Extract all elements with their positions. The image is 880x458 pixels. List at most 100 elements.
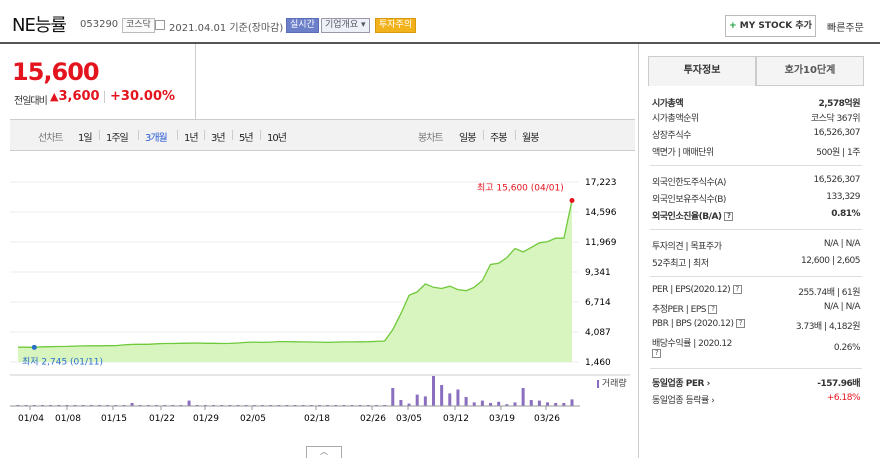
panel-divider xyxy=(638,44,639,458)
tab-monthly[interactable]: 월봉 xyxy=(522,129,539,144)
x-tick-label: 01/15 xyxy=(101,414,127,424)
info-row: 동일업종 PER › -157.96배 xyxy=(652,379,860,389)
volume-bar xyxy=(448,393,452,406)
divider xyxy=(650,229,862,230)
info-row: 액면가 | 매매단위 500원 | 1주 xyxy=(652,148,860,158)
tab-investment-info[interactable]: 투자정보 xyxy=(648,56,756,86)
divider xyxy=(138,130,139,140)
y-tick-label: 11,969 xyxy=(585,238,617,248)
help-icon[interactable]: ? xyxy=(708,305,718,314)
x-tick-label: 03/05 xyxy=(396,414,422,424)
divider xyxy=(650,165,862,166)
plus-icon: + xyxy=(729,21,740,31)
divider xyxy=(232,130,233,140)
tab-1week[interactable]: 1주일 xyxy=(106,129,129,144)
low-marker xyxy=(31,344,37,350)
y-tick-label: 1,460 xyxy=(585,358,611,368)
divider xyxy=(515,130,516,140)
tab-5year[interactable]: 5년 xyxy=(239,129,254,144)
volume-bar xyxy=(456,389,460,406)
divider xyxy=(650,276,862,277)
volume-bar xyxy=(415,394,419,406)
volume-bar xyxy=(570,399,574,406)
tab-1day[interactable]: 1일 xyxy=(78,129,93,144)
high-label: 최고 15,600 (04/01) xyxy=(477,183,564,194)
volume-bar xyxy=(513,402,517,406)
tab-order-book[interactable]: 호가10단계 xyxy=(756,56,864,86)
chart-tab-bar xyxy=(10,119,635,151)
y-tick-label: 4,087 xyxy=(585,328,611,338)
volume-bar xyxy=(529,400,533,406)
quick-order-link[interactable]: 빠른주문 xyxy=(827,19,864,34)
quote-date: 2021.04.01 기준(장마감) xyxy=(169,23,284,34)
volume-bar xyxy=(537,400,541,406)
x-tick-label: 01/04 xyxy=(18,414,44,424)
x-tick-label: 01/29 xyxy=(193,414,219,424)
y-tick-label: 17,223 xyxy=(585,178,617,188)
x-tick-label: 03/12 xyxy=(443,414,469,424)
divider xyxy=(650,368,862,369)
tab-3year[interactable]: 3년 xyxy=(211,129,226,144)
x-tick-label: 03/19 xyxy=(489,414,515,424)
add-mystock-button[interactable]: + MY STOCK 추가 xyxy=(725,15,816,37)
volume-bar xyxy=(464,397,468,406)
volume-bar xyxy=(440,385,444,406)
info-row: 동일업종 등락률 › +6.18% xyxy=(652,393,861,406)
y-tick-label: 6,714 xyxy=(585,298,611,308)
help-icon[interactable]: ? xyxy=(724,212,734,221)
change-percent: +30.00% xyxy=(110,89,176,104)
tab-10year[interactable]: 10년 xyxy=(267,129,287,144)
info-row: 시가총액순위 코스닥 367위 xyxy=(652,114,861,124)
help-icon[interactable]: ? xyxy=(735,319,745,328)
info-row: 외국인소진율(B/A) ? 0.81% xyxy=(652,209,860,222)
price-chart: 최고 15,600 (04/01) 최저 2,745 (01/11) 17,223… xyxy=(10,178,630,424)
volume-bar xyxy=(432,376,435,406)
info-row: 시가총액 2,578억원 xyxy=(652,99,860,109)
current-price: 15,600 xyxy=(12,58,100,86)
y-tick-label: 14,596 xyxy=(585,208,617,218)
price-area xyxy=(18,200,572,362)
divider xyxy=(260,130,261,140)
info-row: PER | EPS(2020.12) ? 255.74배 | 61원 xyxy=(652,285,860,298)
divider xyxy=(99,130,100,140)
header-divider xyxy=(0,42,880,44)
help-icon[interactable]: ? xyxy=(652,349,661,358)
x-tick-label: 02/26 xyxy=(360,414,386,424)
tab-3month[interactable]: 3개월 xyxy=(145,129,168,144)
volume-legend-swatch xyxy=(597,379,599,388)
divider xyxy=(483,130,484,140)
volume-bar xyxy=(187,400,191,406)
change-label: 전일대비 xyxy=(14,96,48,107)
chevron-up-icon[interactable]: ︿ xyxy=(306,446,342,458)
tab-weekly[interactable]: 주봉 xyxy=(490,129,507,144)
info-row: PBR | BPS (2020.12) ? 3.73배 | 4,182원 xyxy=(652,319,861,332)
volume-bar xyxy=(423,396,427,406)
info-row: 추정PER | EPS ? N/A | N/A xyxy=(652,302,861,315)
price-change: ▲3,600 xyxy=(50,89,100,104)
volume-bar xyxy=(521,388,525,406)
line-chart-label: 선차트 xyxy=(38,133,64,144)
divider xyxy=(104,91,105,103)
tab-daily[interactable]: 일봉 xyxy=(459,129,476,144)
x-tick-label: 02/18 xyxy=(304,414,330,424)
candle-chart-label: 봉차트 xyxy=(418,133,444,144)
info-row: 52주최고 | 최저 12,600 | 2,605 xyxy=(652,256,861,269)
help-icon[interactable]: ? xyxy=(732,285,742,294)
stock-name: NE능률 xyxy=(12,15,67,36)
y-tick-label: 9,341 xyxy=(585,268,611,278)
info-row: 배당수익률 | 2020.12? 0.26% xyxy=(652,339,861,358)
volume-legend: 거래량 xyxy=(597,376,627,389)
info-row: 투자의견 | 목표주가 N/A | N/A xyxy=(652,239,861,252)
low-label: 최저 2,745 (01/11) xyxy=(22,356,103,367)
realtime-tag[interactable]: 실시간 xyxy=(286,18,319,33)
high-marker xyxy=(569,198,575,204)
volume-bar xyxy=(480,400,484,406)
x-tick-label: 01/08 xyxy=(55,414,81,424)
tab-1year[interactable]: 1년 xyxy=(184,129,199,144)
market-tag: 코스닥 xyxy=(122,18,155,33)
volume-bar xyxy=(546,402,550,406)
document-icon xyxy=(155,20,165,30)
info-row: 외국인한도주식수(A) 16,526,307 xyxy=(652,175,860,188)
company-overview-tag[interactable]: 기업개요 ▾ xyxy=(321,18,370,33)
volume-bar xyxy=(391,388,395,406)
